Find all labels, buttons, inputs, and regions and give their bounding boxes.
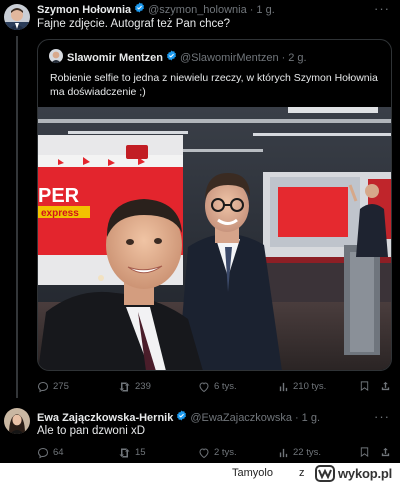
post-time[interactable]: 1 g. — [256, 3, 274, 17]
quote-author-avatar — [49, 49, 63, 63]
tweet-thread: Szymon Hołownia @szymon_holownia · 1 g. … — [0, 0, 400, 463]
like-count: 2 tys. — [214, 447, 237, 458]
thread-line — [16, 36, 18, 398]
reply-author-handle[interactable]: @EwaZajaczkowska — [190, 411, 292, 425]
quote-author-handle: @SlawomirMentzen — [179, 51, 279, 64]
reply-text: Ale to pan dzwoni xD — [37, 425, 146, 437]
views-button[interactable]: 210 tys. — [278, 380, 326, 394]
separator-dot: · — [281, 51, 286, 64]
views-count: 22 tys. — [293, 447, 321, 458]
watermark-username: Tamyolo — [232, 467, 273, 479]
quote-header: Slawomir Mentzen @SlawomirMentzen · 2 g. — [67, 50, 307, 65]
verified-badge-icon — [166, 50, 177, 65]
watermark-connector: z — [299, 467, 305, 479]
share-button[interactable] — [380, 380, 395, 392]
reply-button[interactable]: 275 — [37, 380, 69, 394]
share-icon — [381, 447, 390, 457]
repost-icon — [119, 382, 130, 392]
wykop-logo: wykop.pl — [315, 464, 397, 483]
views-icon — [279, 382, 288, 392]
more-icon[interactable]: ··· — [374, 410, 390, 423]
separator-dot: · — [249, 3, 254, 16]
bookmark-icon — [360, 381, 369, 392]
reply-author-name[interactable]: Ewa Zajączkowska-Hernik — [37, 411, 173, 425]
share-button[interactable] — [380, 446, 395, 458]
like-button[interactable]: 6 tys. — [198, 380, 237, 394]
reply-count: 275 — [53, 381, 69, 392]
post-text: Fajne zdjęcie. Autograf też Pan chce? — [37, 18, 231, 30]
quote-text: Robienie selfie to jedna z niewielu rzec… — [50, 72, 378, 98]
like-count: 6 tys. — [214, 381, 237, 392]
verified-badge-icon — [134, 2, 145, 17]
quote-author-name: Slawomir Mentzen — [67, 51, 163, 64]
reply-icon — [37, 381, 49, 393]
backdrop-logo-subtext: express — [41, 208, 79, 219]
repost-icon — [119, 448, 130, 458]
verified-badge-icon — [176, 410, 187, 425]
heart-icon — [199, 448, 209, 459]
quote-time: 2 g. — [288, 51, 307, 64]
quoted-tweet[interactable]: Slawomir Mentzen @SlawomirMentzen · 2 g.… — [37, 39, 392, 371]
watermark-footer: Tamyolo z wykop.pl — [0, 463, 400, 484]
views-button[interactable]: 22 tys. — [278, 446, 321, 460]
wykop-logo-icon — [315, 465, 335, 482]
bookmark-button[interactable] — [359, 380, 374, 392]
reply-count: 64 — [53, 447, 64, 458]
reply-header: Ewa Zajączkowska-Hernik @EwaZajaczkowska… — [37, 410, 320, 425]
more-icon[interactable]: ··· — [374, 2, 390, 15]
author-avatar[interactable] — [4, 4, 30, 30]
watermark-site: wykop.pl — [338, 466, 393, 481]
separator-dot: · — [295, 411, 299, 424]
repost-button[interactable]: 239 — [118, 380, 151, 394]
heart-icon — [199, 382, 209, 393]
reply-icon — [37, 447, 49, 459]
share-icon — [381, 381, 390, 391]
repost-count: 15 — [135, 447, 146, 458]
views-count: 210 tys. — [293, 381, 327, 392]
post-header: Szymon Hołownia @szymon_holownia · 1 g. — [37, 2, 275, 17]
backdrop-logo-text: PER — [38, 185, 80, 207]
views-icon — [279, 448, 288, 458]
reply-action-bar: 64 15 2 tys. 22 tys. — [37, 446, 392, 460]
reply-author-avatar[interactable] — [4, 408, 30, 434]
bookmark-button[interactable] — [359, 446, 374, 458]
reply-button[interactable]: 64 — [37, 446, 64, 460]
post-action-bar: 275 239 6 tys. 210 tys. — [37, 380, 392, 394]
reply-time[interactable]: 1 g. — [302, 411, 320, 425]
like-button[interactable]: 2 tys. — [198, 446, 237, 460]
author-handle[interactable]: @szymon_holownia — [148, 3, 247, 17]
repost-button[interactable]: 15 — [118, 446, 146, 460]
repost-count: 239 — [135, 381, 151, 392]
bookmark-icon — [360, 447, 369, 458]
author-name[interactable]: Szymon Hołownia — [37, 3, 131, 17]
selfie-photo[interactable]: PER express — [38, 107, 391, 370]
